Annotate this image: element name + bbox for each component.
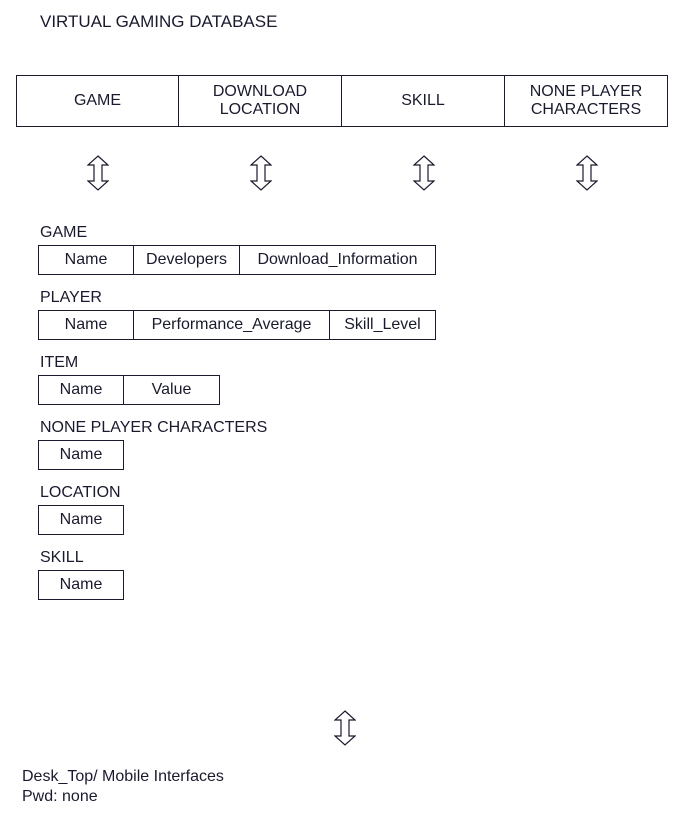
footer: Desk_Top/ Mobile Interfaces Pwd: none [22,767,224,807]
tab-skill[interactable]: SKILL [342,75,505,127]
field-cell: Skill_Level [330,310,436,340]
entity-location: LOCATION Name [38,484,436,535]
double-arrow-icon [334,710,356,746]
entity-label: PLAYER [40,289,436,307]
entity-label: ITEM [40,354,436,372]
top-tabs: GAME DOWNLOAD LOCATION SKILL NONE PLAYER… [16,75,668,127]
double-arrow-icon [576,155,598,191]
field-cell: Download_Information [240,245,436,275]
field-cell: Performance_Average [134,310,330,340]
arrow-bottom [0,710,690,746]
tab-label: DOWNLOAD LOCATION [179,83,341,120]
entity-label: LOCATION [40,484,436,502]
page-title: VIRTUAL GAMING DATABASE [40,12,277,32]
field-row: Name Developers Download_Information [38,245,436,275]
entity-game: GAME Name Developers Download_Informatio… [38,224,436,275]
tab-download-location[interactable]: DOWNLOAD LOCATION [179,75,342,127]
tab-label: SKILL [401,92,445,110]
field-cell: Name [38,440,124,470]
double-arrow-icon [87,155,109,191]
field-cell: Developers [134,245,240,275]
field-cell: Name [38,505,124,535]
entity-item: ITEM Name Value [38,354,436,405]
field-row: Name [38,505,436,535]
field-row: Name [38,570,436,600]
double-arrow-icon [413,155,435,191]
field-cell: Name [38,570,124,600]
double-arrow-icon [250,155,272,191]
arrow-row-top [16,155,668,191]
entity-label: NONE PLAYER CHARACTERS [40,419,436,437]
tab-label: GAME [74,92,121,110]
entities: GAME Name Developers Download_Informatio… [38,224,436,614]
field-cell: Value [124,375,220,405]
entity-skill: SKILL Name [38,549,436,600]
footer-line-2: Pwd: none [22,787,224,807]
footer-line-1: Desk_Top/ Mobile Interfaces [22,767,224,787]
field-row: Name Performance_Average Skill_Level [38,310,436,340]
field-row: Name [38,440,436,470]
entity-label: GAME [40,224,436,242]
field-row: Name Value [38,375,436,405]
entity-player: PLAYER Name Performance_Average Skill_Le… [38,289,436,340]
tab-npc[interactable]: NONE PLAYER CHARACTERS [505,75,668,127]
entity-npc: NONE PLAYER CHARACTERS Name [38,419,436,470]
tab-game[interactable]: GAME [16,75,179,127]
entity-label: SKILL [40,549,436,567]
diagram-page: VIRTUAL GAMING DATABASE GAME DOWNLOAD LO… [0,0,690,817]
tab-label: NONE PLAYER CHARACTERS [505,83,667,120]
field-cell: Name [38,245,134,275]
field-cell: Name [38,375,124,405]
field-cell: Name [38,310,134,340]
